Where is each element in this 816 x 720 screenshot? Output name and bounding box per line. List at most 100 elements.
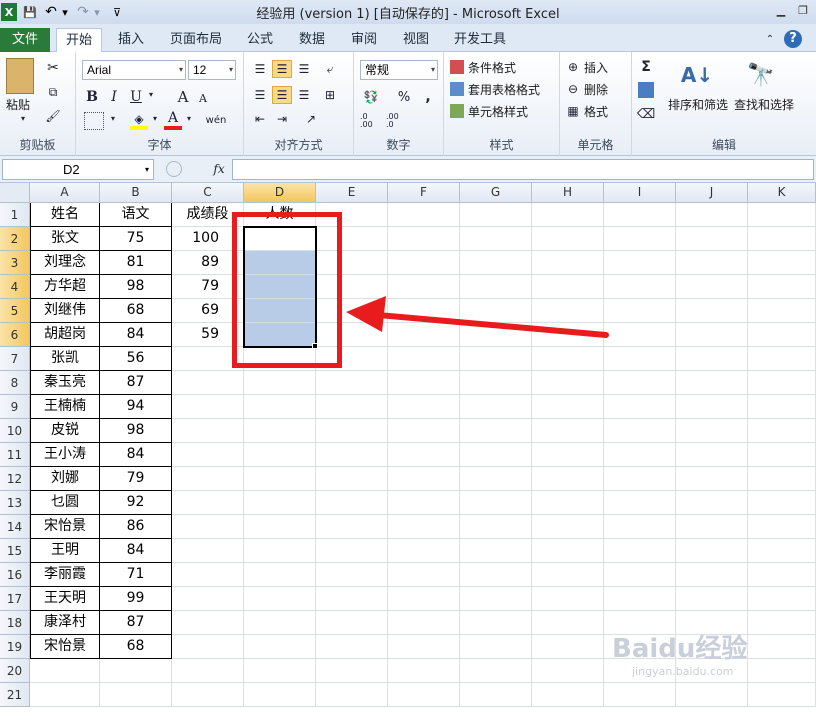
cell-e19[interactable]	[316, 635, 388, 659]
cell-a5[interactable]: 刘继伟	[30, 299, 100, 323]
cell-b14[interactable]: 86	[100, 515, 172, 539]
row-header-14[interactable]: 14	[0, 515, 30, 539]
cell-c9[interactable]	[172, 395, 244, 419]
cell-g15[interactable]	[460, 539, 532, 563]
cell-i4[interactable]	[604, 275, 676, 299]
cell-g19[interactable]	[460, 635, 532, 659]
cell-h8[interactable]	[532, 371, 604, 395]
cell-b13[interactable]: 92	[100, 491, 172, 515]
cell-j14[interactable]	[676, 515, 748, 539]
cell-h4[interactable]	[532, 275, 604, 299]
row-header-20[interactable]: 20	[0, 659, 30, 683]
column-header-j[interactable]: J	[676, 183, 748, 203]
cell-b4[interactable]: 98	[100, 275, 172, 299]
accounting-format-icon[interactable]: 💱	[360, 88, 382, 106]
cell-k9[interactable]	[748, 395, 816, 419]
tab-insert[interactable]: 插入	[110, 28, 152, 52]
cell-a15[interactable]: 王明	[30, 539, 100, 563]
cell-j13[interactable]	[676, 491, 748, 515]
cell-f19[interactable]	[388, 635, 460, 659]
cell-d13[interactable]	[244, 491, 316, 515]
find-select-icon[interactable]: 🔭	[746, 58, 776, 92]
cell-i17[interactable]	[604, 587, 676, 611]
cell-h7[interactable]	[532, 347, 604, 371]
font-color-icon[interactable]: A	[164, 110, 182, 126]
cell-d14[interactable]	[244, 515, 316, 539]
column-header-f[interactable]: F	[388, 183, 460, 203]
cell-g6[interactable]	[460, 323, 532, 347]
cell-f12[interactable]	[388, 467, 460, 491]
cell-e8[interactable]	[316, 371, 388, 395]
cell-c16[interactable]	[172, 563, 244, 587]
row-header-19[interactable]: 19	[0, 635, 30, 659]
cell-k10[interactable]	[748, 419, 816, 443]
align-top-icon[interactable]: ☰	[250, 60, 270, 78]
cell-d1[interactable]: 人数	[244, 203, 316, 227]
cell-h9[interactable]	[532, 395, 604, 419]
align-right-icon[interactable]: ☰	[294, 86, 314, 104]
tab-developer[interactable]: 开发工具	[448, 28, 512, 52]
align-bottom-icon[interactable]: ☰	[294, 60, 314, 78]
format-painter-icon[interactable]: 🖌	[44, 108, 62, 124]
cell-g8[interactable]	[460, 371, 532, 395]
delete-cells-button[interactable]: 删除	[584, 81, 608, 98]
cell-e20[interactable]	[316, 659, 388, 683]
cell-a3[interactable]: 刘理念	[30, 251, 100, 275]
cell-d20[interactable]	[244, 659, 316, 683]
underline-dropdown-icon[interactable]: ▾	[146, 90, 156, 99]
cell-g13[interactable]	[460, 491, 532, 515]
cell-d11[interactable]	[244, 443, 316, 467]
cell-g7[interactable]	[460, 347, 532, 371]
row-header-16[interactable]: 16	[0, 563, 30, 587]
cell-e17[interactable]	[316, 587, 388, 611]
cell-e1[interactable]	[316, 203, 388, 227]
grow-font-icon[interactable]: A	[174, 88, 192, 106]
cell-a9[interactable]: 王楠楠	[30, 395, 100, 419]
cell-i21[interactable]	[604, 683, 676, 707]
row-header-1[interactable]: 1	[0, 203, 30, 227]
cell-g21[interactable]	[460, 683, 532, 707]
cell-c6[interactable]: 59	[172, 323, 244, 347]
row-header-10[interactable]: 10	[0, 419, 30, 443]
cell-k5[interactable]	[748, 299, 816, 323]
row-header-8[interactable]: 8	[0, 371, 30, 395]
cell-i9[interactable]	[604, 395, 676, 419]
cell-i14[interactable]	[604, 515, 676, 539]
column-header-a[interactable]: A	[30, 183, 100, 203]
cell-f14[interactable]	[388, 515, 460, 539]
insert-cells-button[interactable]: 插入	[584, 59, 608, 76]
restore-icon[interactable]: ❐	[796, 4, 810, 18]
format-as-table-icon[interactable]	[450, 82, 464, 96]
cell-b11[interactable]: 84	[100, 443, 172, 467]
cell-c3[interactable]: 89	[172, 251, 244, 275]
cell-b7[interactable]: 56	[100, 347, 172, 371]
cell-a14[interactable]: 宋怡景	[30, 515, 100, 539]
fill-handle[interactable]	[312, 343, 318, 349]
column-header-k[interactable]: K	[748, 183, 816, 203]
fill-color-dropdown-icon[interactable]: ▾	[150, 114, 160, 123]
cell-h2[interactable]	[532, 227, 604, 251]
cell-d3[interactable]	[244, 251, 316, 275]
row-header-11[interactable]: 11	[0, 443, 30, 467]
cell-a8[interactable]: 秦玉亮	[30, 371, 100, 395]
row-header-9[interactable]: 9	[0, 395, 30, 419]
cell-h19[interactable]	[532, 635, 604, 659]
cell-d8[interactable]	[244, 371, 316, 395]
cell-h10[interactable]	[532, 419, 604, 443]
cell-g9[interactable]	[460, 395, 532, 419]
cell-g1[interactable]	[460, 203, 532, 227]
wrap-text-icon[interactable]: ⤶	[320, 60, 340, 78]
cell-j9[interactable]	[676, 395, 748, 419]
cell-e2[interactable]	[316, 227, 388, 251]
decrease-decimal-icon[interactable]: .00 .0	[386, 112, 408, 130]
copy-icon[interactable]: ⧉	[44, 84, 62, 100]
cell-c4[interactable]: 79	[172, 275, 244, 299]
insert-function-icon[interactable]: fx	[210, 160, 228, 178]
cell-c17[interactable]	[172, 587, 244, 611]
cell-a16[interactable]: 李丽霞	[30, 563, 100, 587]
cell-h13[interactable]	[532, 491, 604, 515]
merge-center-icon[interactable]: ⊞	[320, 86, 340, 104]
cell-f8[interactable]	[388, 371, 460, 395]
border-icon[interactable]	[84, 112, 104, 130]
cell-j2[interactable]	[676, 227, 748, 251]
